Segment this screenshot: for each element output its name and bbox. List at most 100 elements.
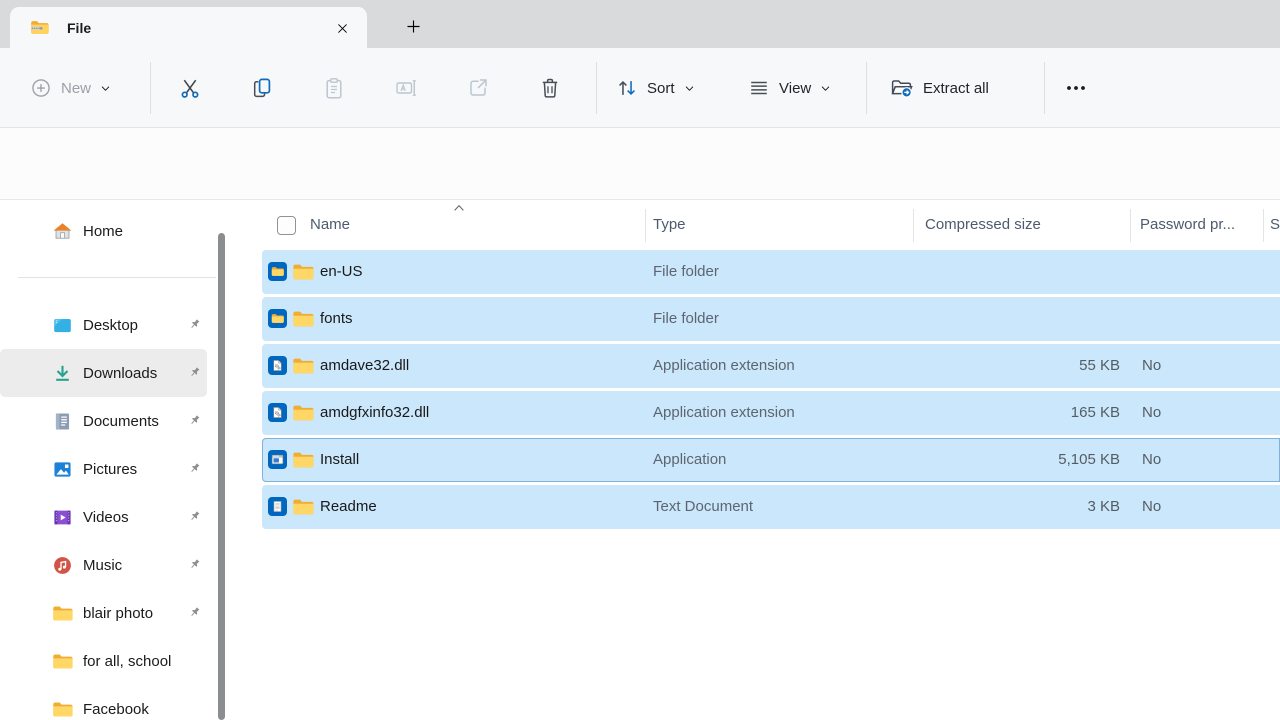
sidebar-item-for-all-school[interactable]: for all, school bbox=[0, 637, 207, 685]
share-icon bbox=[466, 76, 490, 100]
delete-button[interactable] bbox=[530, 66, 570, 110]
sidebar-item-desktop[interactable]: Desktop bbox=[0, 301, 207, 349]
sidebar-item-facebook[interactable]: Facebook bbox=[0, 685, 207, 720]
file-row-readme[interactable]: Readme Text Document 3 KB No bbox=[262, 485, 1280, 529]
toolbar-separator bbox=[150, 62, 151, 114]
file-explorer-window: File New bbox=[0, 0, 1280, 720]
file-type: File folder bbox=[653, 297, 719, 341]
new-button[interactable]: New bbox=[22, 66, 119, 110]
txt-file-icon bbox=[292, 496, 314, 518]
new-plus-circle-icon bbox=[30, 77, 52, 99]
folder-file-icon bbox=[292, 308, 314, 330]
row-checkbox[interactable] bbox=[268, 403, 287, 422]
select-all-checkbox[interactable] bbox=[277, 216, 296, 235]
folder-icon bbox=[52, 651, 73, 672]
checkmark-icon bbox=[271, 312, 284, 325]
column-divider[interactable] bbox=[1130, 209, 1131, 242]
pin-icon bbox=[187, 461, 202, 476]
sort-arrows-icon bbox=[616, 77, 638, 99]
music-icon bbox=[52, 555, 73, 576]
cut-button[interactable] bbox=[170, 66, 210, 110]
checkmark-icon bbox=[271, 359, 284, 372]
file-row-amdave32-dll[interactable]: amdave32.dll Application extension 55 KB… bbox=[262, 344, 1280, 388]
rename-button[interactable] bbox=[386, 66, 426, 110]
paste-icon bbox=[322, 76, 346, 100]
file-row-amdgfxinfo32-dll[interactable]: amdgfxinfo32.dll Application extension 1… bbox=[262, 391, 1280, 435]
copy-icon bbox=[250, 76, 274, 100]
column-divider[interactable] bbox=[1263, 209, 1264, 242]
scissors-cut-icon bbox=[178, 76, 202, 100]
navigation-bar: Downloads File bbox=[0, 128, 1280, 200]
folder-file-icon bbox=[292, 261, 314, 283]
file-password-protected: No bbox=[1142, 438, 1161, 482]
explorer-tab-file[interactable]: File bbox=[10, 7, 367, 48]
sidebar-item-videos[interactable]: Videos bbox=[0, 493, 207, 541]
pin-icon bbox=[187, 509, 202, 524]
column-header-size[interactable]: S bbox=[1270, 216, 1280, 233]
documents-icon bbox=[52, 411, 73, 432]
file-list: Name Type Compressed size Password pr...… bbox=[228, 200, 1280, 720]
checkmark-icon bbox=[271, 453, 284, 466]
column-header-compressed-size[interactable]: Compressed size bbox=[925, 216, 1041, 233]
sidebar-item-label: Desktop bbox=[83, 317, 138, 334]
column-divider[interactable] bbox=[645, 209, 646, 242]
sort-button[interactable]: Sort bbox=[608, 66, 703, 110]
sidebar-item-label: Downloads bbox=[83, 365, 157, 382]
column-header-type[interactable]: Type bbox=[653, 216, 686, 233]
checkmark-icon bbox=[271, 406, 284, 419]
row-checkbox[interactable] bbox=[268, 309, 287, 328]
close-tab-button[interactable] bbox=[330, 16, 354, 40]
desktop-icon bbox=[52, 315, 73, 336]
copy-button[interactable] bbox=[242, 66, 282, 110]
extract-all-button[interactable]: Extract all bbox=[882, 66, 997, 110]
sidebar: Home Desktop Downloads Documents Picture… bbox=[0, 200, 228, 720]
sidebar-item-label: for all, school bbox=[83, 653, 171, 670]
file-name: amdgfxinfo32.dll bbox=[320, 391, 429, 435]
file-type: File folder bbox=[653, 250, 719, 294]
home-icon bbox=[52, 221, 73, 242]
file-compressed-size: 165 KB bbox=[962, 391, 1120, 435]
file-type: Application bbox=[653, 438, 726, 482]
pin-icon bbox=[187, 605, 202, 620]
row-checkbox[interactable] bbox=[268, 262, 287, 281]
row-checkbox[interactable] bbox=[268, 497, 287, 516]
sidebar-item-downloads[interactable]: Downloads bbox=[0, 349, 207, 397]
file-row-en-us[interactable]: en-US File folder bbox=[262, 250, 1280, 294]
file-compressed-size: 5,105 KB bbox=[962, 438, 1120, 482]
trash-icon bbox=[538, 76, 562, 100]
sidebar-item-label: Pictures bbox=[83, 461, 137, 478]
sidebar-items: Home Desktop Downloads Documents Picture… bbox=[0, 200, 228, 720]
sidebar-item-blair-photo[interactable]: blair photo bbox=[0, 589, 207, 637]
paste-button[interactable] bbox=[314, 66, 354, 110]
checkmark-icon bbox=[271, 500, 284, 513]
new-button-label: New bbox=[61, 80, 91, 97]
new-tab-button[interactable] bbox=[399, 12, 427, 40]
column-header-name[interactable]: Name bbox=[310, 216, 350, 233]
more-options-button[interactable] bbox=[1054, 66, 1098, 110]
column-divider[interactable] bbox=[913, 209, 914, 242]
file-name: en-US bbox=[320, 250, 363, 294]
column-header-password-protected[interactable]: Password pr... bbox=[1140, 216, 1235, 233]
sidebar-item-music[interactable]: Music bbox=[0, 541, 207, 589]
sort-button-label: Sort bbox=[647, 80, 675, 97]
file-row-fonts[interactable]: fonts File folder bbox=[262, 297, 1280, 341]
file-row-install[interactable]: Install Application 5,105 KB No bbox=[262, 438, 1280, 482]
videos-icon bbox=[52, 507, 73, 528]
pin-icon bbox=[187, 365, 202, 380]
sidebar-item-home[interactable]: Home bbox=[0, 207, 207, 255]
view-button[interactable]: View bbox=[740, 66, 839, 110]
toolbar-separator bbox=[596, 62, 597, 114]
share-button[interactable] bbox=[458, 66, 498, 110]
extract-folder-icon bbox=[890, 76, 914, 100]
row-checkbox[interactable] bbox=[268, 450, 287, 469]
dll-file-icon bbox=[292, 402, 314, 424]
sidebar-item-pictures[interactable]: Pictures bbox=[0, 445, 207, 493]
sidebar-item-documents[interactable]: Documents bbox=[0, 397, 207, 445]
pin-icon bbox=[187, 413, 202, 428]
sidebar-scrollbar-thumb[interactable] bbox=[218, 233, 225, 720]
sort-ascending-chevron-icon bbox=[452, 201, 466, 215]
checkmark-icon bbox=[271, 265, 284, 278]
row-checkbox[interactable] bbox=[268, 356, 287, 375]
more-dots-icon bbox=[1064, 76, 1088, 100]
toolbar: New Sort View bbox=[0, 48, 1280, 128]
